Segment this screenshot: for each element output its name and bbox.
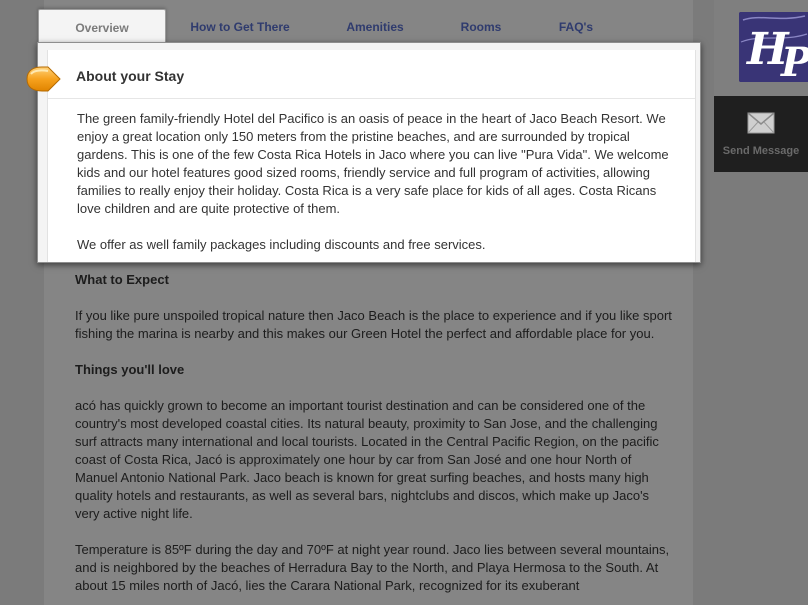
popup-paragraph: We offer as well family packages includi… [77,237,486,252]
love-text: acó has quickly grown to become an impor… [75,398,659,521]
popup-body: The green family-friendly Hotel del Paci… [77,110,677,272]
svg-text:P: P [780,39,808,82]
popup-title: About your Stay [76,68,185,84]
expect-text: If you like pure unspoiled tropical natu… [75,308,672,341]
send-message-button[interactable]: Send Message [714,96,808,172]
tab-overview[interactable]: Overview [38,9,166,44]
content-body: What to Expect If you like pure unspoile… [75,271,675,605]
tab-faqs[interactable]: FAQ's [546,9,606,43]
popup-card: About your Stay The green family-friendl… [47,50,696,262]
hp-monogram-icon: H P [739,12,808,82]
tab-bar: Overview How to Get There Amenities Room… [38,9,700,44]
expect-heading: What to Expect [75,272,169,287]
popup-header: About your Stay [48,50,695,99]
tab-rooms[interactable]: Rooms [448,9,514,43]
about-popup: About your Stay The green family-friendl… [37,42,701,263]
tab-how-to-get-there[interactable]: How to Get There [178,9,302,43]
logo-area: H P [714,0,808,96]
hotel-logo[interactable]: H P [739,12,808,82]
love-heading: Things you'll love [75,362,185,377]
pointer-marker-icon [26,66,61,92]
tab-amenities[interactable]: Amenities [330,9,420,43]
popup-paragraph: The green family-friendly Hotel del Paci… [77,111,669,216]
envelope-icon [747,112,775,134]
send-message-label: Send Message [722,145,800,157]
temperature-text: Temperature is 85ºF during the day and 7… [75,542,670,593]
